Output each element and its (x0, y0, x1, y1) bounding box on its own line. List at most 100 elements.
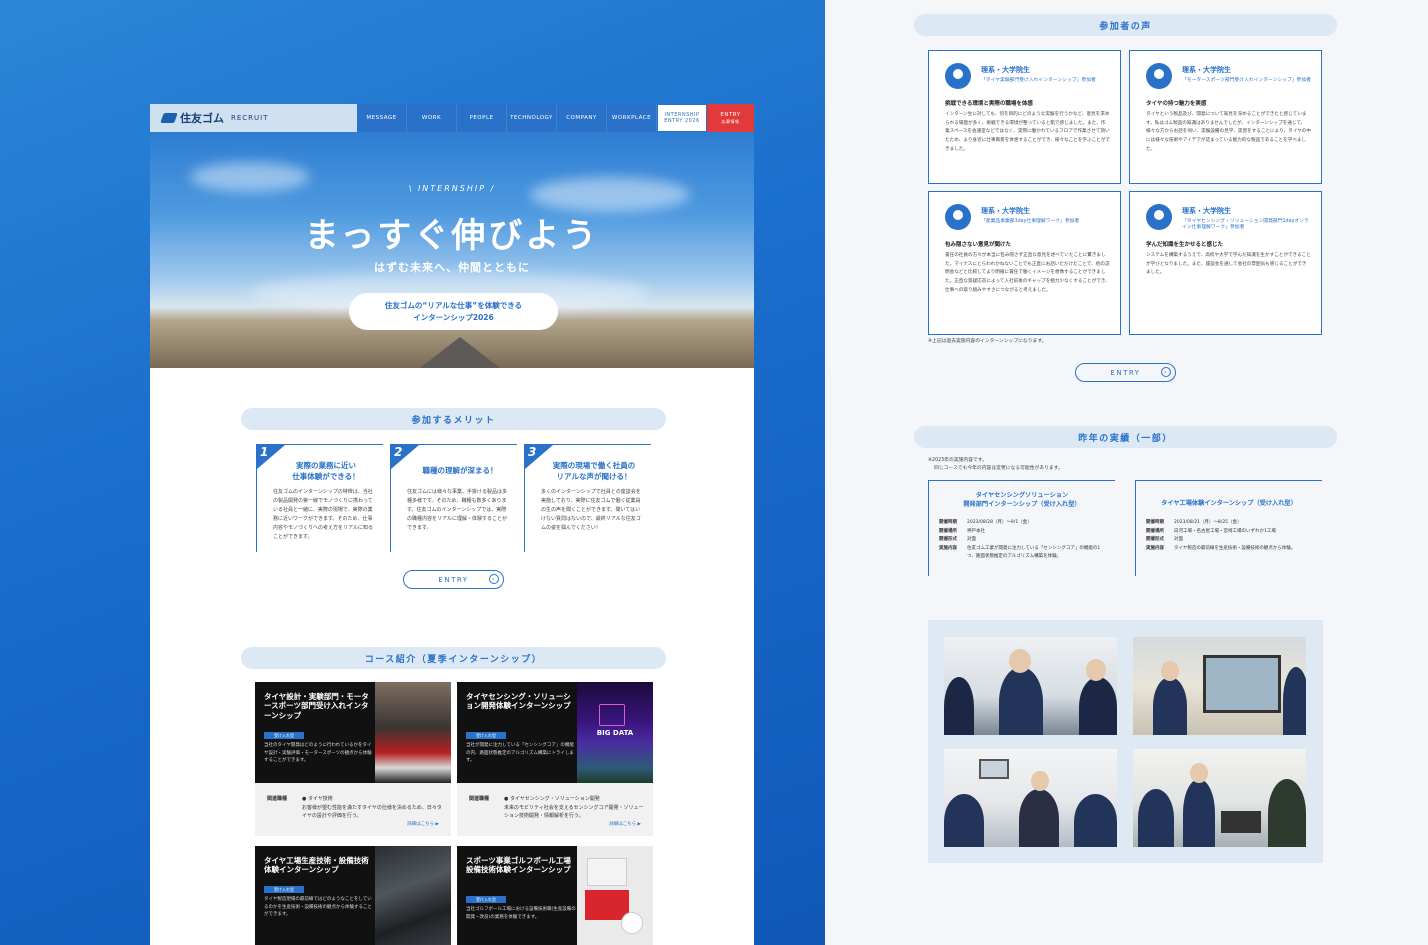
course-field: ● タイヤセンシング・ソリューション開発 未来のモビリティ社会を支えるセンシングコ… (504, 795, 644, 821)
hero-cta-pill[interactable]: 住友ゴムの“リアルな仕事”を体験できる インターンシップ2026 (349, 293, 558, 330)
logo-text: 住友ゴム (180, 112, 224, 125)
person-head (1009, 649, 1031, 673)
course-tag: 受け入れ型 (466, 732, 506, 739)
result-details: 開催時期 2023/08/21（月）〜8/25（金） 開催場所 白河工場・名古屋工場… (1146, 519, 1316, 553)
merit-card-2: 2 職種の理解が深まる！ 住友ゴムには様々な事業、手掛ける製品は多種多様です。そ… (390, 444, 517, 552)
person-head (1086, 659, 1106, 681)
hero-pill-line1: 住友ゴムの“リアルな仕事”を体験できる (384, 300, 523, 310)
results-heading: 昨年の実績（一部） (914, 426, 1337, 448)
course-desc: タイヤ製造現場の最前線ではどのようなことをしているのかを生産技術・設備技術の観点… (264, 897, 372, 918)
voice-body: システムを構築するうえで、高校や大学で学んだ知識を生かすことができることが学びと… (1146, 253, 1311, 276)
voices-entry-button[interactable]: ENTRY › (1075, 363, 1176, 382)
merit-number: 2 (394, 445, 403, 459)
course-field-desc: 未来のモビリティ社会を支えるセンシングコア開発・ソリューション技術開発・情報解析… (504, 804, 644, 820)
nav-people[interactable]: PEOPLE (457, 104, 507, 132)
person-figure (1019, 789, 1059, 847)
result-row: 開催時期 2023/08/21（月）〜8/25（金） (1146, 519, 1316, 528)
result-row-label: 開催形式 (1146, 537, 1164, 543)
result-title-line1: タイヤセンシングソリューション (975, 492, 1069, 499)
result-row: 開催形式 対面 (939, 536, 1109, 545)
nav-technology[interactable]: TECHNOLOGY (507, 104, 557, 132)
person-figure (1283, 667, 1306, 735)
course-tag: 受け入れ型 (466, 896, 506, 903)
results-note: ※2023年の実施内容です。 同じコースでも今年の内容は変更になる可能性がありま… (928, 457, 1063, 472)
merit-body: 住友ゴムには様々な事業、手掛ける製品は多種多様です。そのため、職種も数多くありま… (407, 489, 508, 531)
nav-workplace[interactable]: WORKPLACE (607, 104, 657, 132)
nav-company[interactable]: COMPANY (557, 104, 607, 132)
merit-title: 実際の業務に近い 仕事体験ができる！ (271, 460, 381, 483)
person-figure (944, 794, 984, 847)
course-title: タイヤ設計・実験部門・モータースポーツ部門受け入れインターンシップ (264, 692, 369, 720)
result-details: 開催時期 2023/08/28（月）〜9/1（金） 開催場所 神戸本社 開催形式 対面… (939, 519, 1109, 562)
voice-participant: 理系・大学院生 (981, 66, 1030, 74)
course-desc: 当社が開発に注力している「センシングコア」の機能の内、路面状態推定のアルゴリズム… (466, 743, 574, 764)
participant-avatar-icon (1146, 63, 1172, 89)
participant-avatar-icon (945, 63, 971, 89)
course-field-label: 関連職種 (267, 796, 288, 802)
person-figure (1153, 677, 1187, 735)
course-title: タイヤ工場生産技術・設備技術体験インターンシップ (264, 856, 369, 875)
monitor-icon (979, 759, 1009, 779)
nav-message[interactable]: MESSAGE (357, 104, 407, 132)
photo-laptops (944, 749, 1117, 847)
course-tag: 受け入れ型 (264, 732, 304, 739)
voice-program: 「タイヤ実験部門受け入れインターンシップ」参加者 (981, 78, 1096, 83)
merit-title: 実際の現場で働く社員の リアルな声が聞ける！ (539, 460, 649, 483)
course-card-1[interactable]: タイヤ設計・実験部門・モータースポーツ部門受け入れインターンシップ 受け入れ型 … (255, 682, 451, 783)
merit-title: 職種の理解が深まる！ (405, 465, 515, 476)
course-footer-1: 関連職種 ● タイヤ技術 お客様が望む性能を満たすタイヤの仕様を決めるため、日々タ… (255, 783, 451, 836)
result-title-line2: 開発部門インターンシップ（受け入れ型） (963, 501, 1081, 509)
person-figure (1074, 794, 1117, 847)
course-card-4[interactable]: スポーツ事業ゴルフボール工場設備技術体験インターンシップ 受け入れ型 当社ゴルフ… (457, 846, 653, 945)
course-field-desc: お客様が望む性能を満たすタイヤの仕様を決めるため、日々タイヤの設計や評価を行う。 (302, 804, 442, 820)
course-image-caption: BIG DATA (596, 729, 634, 737)
nav-work[interactable]: WORK (407, 104, 457, 132)
nav-entry-button[interactable]: ENTRY 応募情報 (707, 104, 754, 132)
photo-discussion (1133, 749, 1306, 847)
course-detail-link[interactable]: 詳細はこちら ▶ (407, 821, 439, 827)
photo-meeting (944, 637, 1117, 735)
course-card-2[interactable]: タイヤセンシング・ソリューション開発体験インターンシップ 受け入れ型 当社が開発… (457, 682, 653, 783)
logo-mark-icon (160, 113, 178, 123)
course-desc: 当社ゴルフボール工場における設備技術職(生産設備の開発・改良)の業務を体験できま… (466, 907, 576, 920)
voice-participant: 理系・大学院生 (1182, 66, 1231, 74)
result-row: 開催形式 対面 (1146, 536, 1316, 545)
hero-subtitle: はずむ未来へ、仲間とともに (374, 261, 530, 274)
hero-pill-line2: インターンシップ2026 (413, 312, 494, 322)
result-row-value: 対面 (1174, 537, 1183, 543)
nav-internship-year: ENTRY 2026 (664, 118, 700, 124)
voices-heading: 参加者の声 (914, 14, 1337, 36)
nav-internship-entry[interactable]: INTERNSHIP ENTRY 2026 (657, 104, 707, 132)
voice-participant: 理系・大学院生 (1182, 207, 1231, 215)
person-figure (944, 677, 974, 735)
result-title: タイヤ工場体験インターンシップ（受け入れ型） (1161, 500, 1297, 507)
result-row-label: 実施内容 (939, 545, 957, 551)
result-row-value: 住友ゴム工業が開発に注力している「センシングコア」の機能の1つ、路面状態推定のア… (967, 545, 1101, 560)
merits-heading: 参加するメリット (241, 408, 666, 430)
course-image-racing (375, 682, 451, 783)
result-row-value: 2023/08/21（月）〜8/25（金） (1174, 520, 1242, 525)
result-title: タイヤセンシングソリューション開発部門インターンシップ（受け入れ型） (937, 491, 1107, 510)
merit-title-line1: 職種の理解が深まる！ (422, 466, 498, 475)
voice-program: 「産業品事業部1day仕事理解ワーク」参加者 (981, 219, 1080, 224)
hero-road (420, 337, 500, 368)
person-head (1031, 771, 1049, 791)
data-server-icon (599, 704, 625, 726)
course-image-golfballs (577, 846, 653, 945)
site-logo[interactable]: 住友ゴム RECRUIT (160, 110, 357, 126)
global-nav: 住友ゴム RECRUIT MESSAGE WORK PEOPLE TECHNOL… (150, 104, 754, 132)
voice-title: 学んだ知識を生かせると感じた (1146, 242, 1224, 248)
course-desc: 当社のタイヤ開発はどのように行われているかをタイヤ設計・実験評価・モータースポー… (264, 743, 372, 764)
course-title: タイヤセンシング・ソリューション開発体験インターンシップ (466, 692, 571, 711)
course-detail-link[interactable]: 詳細はこちら ▶ (609, 821, 641, 827)
result-row-value: 白河工場・名古屋工場・宮崎工場のいずれか1工場 (1174, 528, 1276, 534)
logo-suffix: RECRUIT (231, 114, 269, 122)
courses-heading: コース紹介（夏季インターンシップ） (241, 647, 666, 669)
voices-footnote: ※上記は過去実施内容のインターンシップになります。 (928, 339, 1047, 344)
result-row: 実施内容 タイヤ製造の最前線を生産技術・設備技術の観点から体験。 (1146, 545, 1316, 554)
merits-entry-button[interactable]: ENTRY › (403, 570, 504, 589)
merit-number: 3 (528, 445, 537, 459)
course-image-factory (375, 846, 451, 945)
person-figure (1138, 789, 1174, 847)
course-card-3[interactable]: タイヤ工場生産技術・設備技術体験インターンシップ 受け入れ型 タイヤ製造現場の最… (255, 846, 451, 945)
